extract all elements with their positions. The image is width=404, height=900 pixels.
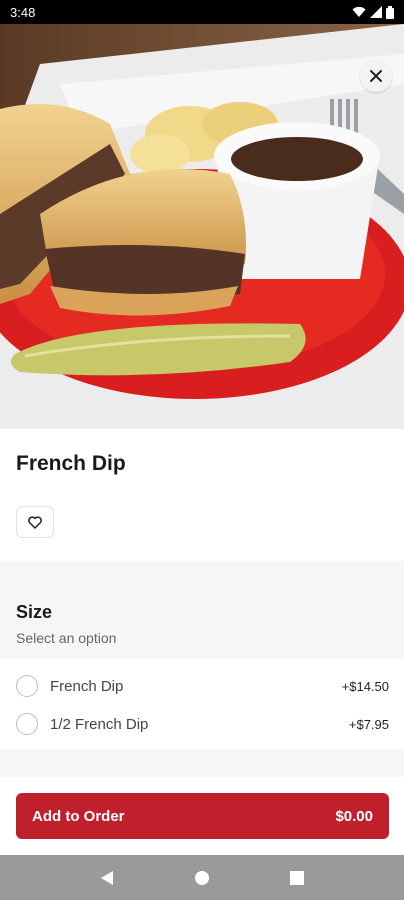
size-section-title: Size [16,602,53,622]
size-section-subtitle: Select an option [16,630,117,646]
hero-illustration [0,24,404,429]
signal-icon [370,6,382,18]
close-button[interactable] [360,60,392,92]
status-bar: 3:48 [0,0,404,24]
status-icons [352,5,394,19]
item-title: French Dip [16,452,126,475]
option-price: +$14.50 [341,678,389,694]
home-icon[interactable] [194,870,210,886]
system-nav-bar [0,855,404,900]
add-to-order-button[interactable]: Add to Order $0.00 [16,793,389,839]
size-option-half-french-dip[interactable]: 1/2 French Dip +$7.95 [0,705,404,743]
add-to-order-label: Add to Order [32,807,125,825]
size-option-french-dip[interactable]: French Dip +$14.50 [0,667,404,705]
favorite-button[interactable] [16,506,54,538]
size-options-list: French Dip +$14.50 1/2 French Dip +$7.95 [0,659,404,749]
order-total: $0.00 [335,807,373,825]
radio-button[interactable] [16,713,38,735]
status-time: 3:48 [10,4,36,20]
radio-button[interactable] [16,675,38,697]
item-hero-image [0,24,404,429]
back-icon[interactable] [100,870,114,886]
option-label: French Dip [50,677,124,695]
option-price: +$7.95 [348,716,389,732]
battery-icon [386,5,394,19]
option-label: 1/2 French Dip [50,715,149,733]
heart-outline-icon [28,515,42,529]
recents-icon[interactable] [290,870,304,885]
close-icon [370,70,382,82]
section-divider [0,749,404,777]
wifi-icon [352,6,366,17]
